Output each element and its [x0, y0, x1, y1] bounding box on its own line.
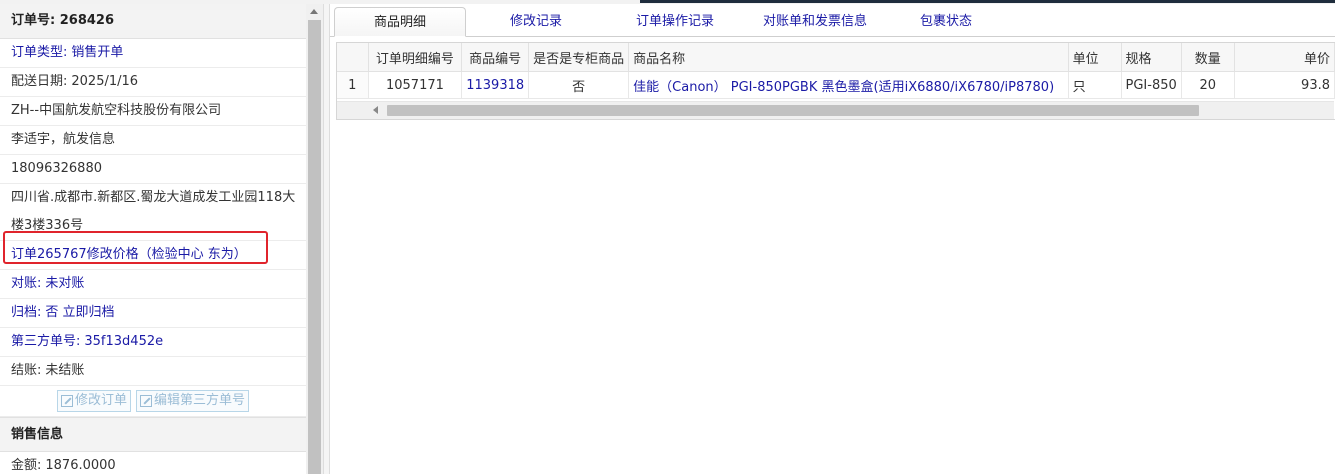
- edit-icon: [140, 395, 152, 407]
- edit-third-party-button[interactable]: 编辑第三方单号: [136, 390, 250, 412]
- order-number-label: 订单号:: [11, 13, 56, 28]
- edit-order-button[interactable]: 修改订单: [56, 390, 131, 412]
- delivery-date-row: 配送日期: 2025/1/16: [0, 68, 306, 97]
- grid-horizontal-scrollbar[interactable]: [337, 101, 1334, 119]
- tab-bar: 商品明细 修改记录 订单操作记录 对账单和发票信息 包裹状态: [330, 4, 1335, 37]
- column-header[interactable]: 单价: [1234, 43, 1335, 72]
- phone-row: 18096326880: [0, 155, 306, 184]
- order-type-row: 订单类型: 销售开单: [0, 39, 306, 68]
- quantity-cell: 20: [1181, 71, 1235, 99]
- detail-panel: 商品明细 修改记录 订单操作记录 对账单和发票信息 包裹状态 订单明细编号 商品…: [330, 4, 1335, 474]
- third-party-row: 第三方单号: 35f13d452e: [0, 328, 306, 357]
- price-cell: 93.8: [1234, 71, 1335, 99]
- order-number-value: 268426: [59, 13, 115, 28]
- column-header[interactable]: 订单明细编号: [368, 43, 463, 72]
- order-type-label: 订单类型:: [11, 45, 68, 60]
- edit-order-label: 修改订单: [74, 393, 127, 408]
- top-dark-bar: [640, 0, 1335, 3]
- order-note-row: 订单265767修改价格（检验中心 东为）: [0, 241, 306, 270]
- third-party-label: 第三方单号:: [11, 334, 81, 349]
- grid-header-row: 订单明细编号 商品编号 是否是专柜商品 商品名称 单位 规格 数量 单价: [337, 43, 1335, 72]
- tab-operation-log[interactable]: 订单操作记录: [610, 7, 740, 36]
- third-party-value: 35f13d452e: [84, 334, 164, 349]
- column-header[interactable]: 单位: [1068, 43, 1122, 72]
- sales-info-header: 销售信息: [0, 417, 306, 452]
- amount-label: 金额:: [11, 458, 42, 473]
- address-row: 四川省.成都市.新都区.蜀龙大道成发工业园118大楼3楼336号: [0, 184, 306, 241]
- amount-value: 1876.0000: [45, 458, 116, 473]
- horizontal-scrollbar-thumb[interactable]: [387, 105, 1199, 116]
- column-header[interactable]: 是否是专柜商品: [528, 43, 630, 72]
- is-counter-cell: 否: [528, 71, 630, 99]
- column-header[interactable]: 商品编号: [461, 43, 530, 72]
- unit-cell: 只: [1068, 71, 1122, 99]
- scroll-left-icon[interactable]: [373, 106, 378, 114]
- edit-third-party-label: 编辑第三方单号: [154, 393, 246, 408]
- archive-link[interactable]: 否 立即归档: [45, 305, 114, 320]
- column-header[interactable]: 规格: [1121, 43, 1182, 72]
- rownum-header: [337, 43, 369, 72]
- reconcile-label: 对账:: [11, 276, 42, 291]
- settle-row: 结账: 未结账: [0, 357, 306, 386]
- tab-product-details[interactable]: 商品明细: [334, 7, 466, 37]
- archive-label: 归档:: [11, 305, 42, 320]
- tab-package-status[interactable]: 包裹状态: [900, 7, 992, 36]
- column-header[interactable]: 商品名称: [628, 43, 1069, 72]
- scroll-up-icon[interactable]: [310, 9, 318, 14]
- row-number: 1: [337, 71, 369, 99]
- company-row: ZH--中国航发航空科技股份有限公司: [0, 97, 306, 126]
- left-scrollbar[interactable]: [306, 4, 323, 474]
- reconcile-value: 未对账: [45, 276, 85, 291]
- table-row[interactable]: 1 1057171 1139318 否 佳能（Canon） PGI-850PGB…: [337, 71, 1335, 99]
- edit-icon: [60, 395, 73, 407]
- action-buttons: 修改订单 编辑第三方单号: [0, 386, 306, 417]
- settle-label: 结账:: [11, 363, 42, 378]
- product-name-link[interactable]: 佳能（Canon） PGI-850PGBK 黑色墨盒(适用iX6880/iX67…: [628, 71, 1069, 99]
- reconcile-row: 对账: 未对账: [0, 270, 306, 299]
- product-table: 订单明细编号 商品编号 是否是专柜商品 商品名称 单位 规格 数量 单价 1 1…: [337, 43, 1335, 99]
- tab-edit-history[interactable]: 修改记录: [480, 7, 592, 36]
- amount-row: 金额: 1876.0000: [0, 452, 306, 474]
- column-header[interactable]: 数量: [1181, 43, 1235, 72]
- order-number-header: 订单号: 268426: [0, 4, 306, 39]
- contact-row: 李适宇，航发信息: [0, 126, 306, 155]
- product-grid: 订单明细编号 商品编号 是否是专柜商品 商品名称 单位 规格 数量 单价 1 1…: [336, 42, 1335, 120]
- spec-cell: PGI-850: [1121, 71, 1182, 99]
- order-type-value: 销售开单: [71, 45, 124, 60]
- settle-value: 未结账: [45, 363, 85, 378]
- detail-id-cell: 1057171: [368, 71, 463, 99]
- scrollbar-thumb[interactable]: [308, 20, 321, 474]
- delivery-date-label: 配送日期:: [11, 74, 68, 89]
- tab-invoice-info[interactable]: 对账单和发票信息: [740, 7, 890, 36]
- panel-splitter[interactable]: [323, 4, 330, 474]
- product-id-link[interactable]: 1139318: [461, 71, 530, 99]
- archive-row: 归档: 否 立即归档: [0, 299, 306, 328]
- order-info-panel: 订单号: 268426 订单类型: 销售开单 配送日期: 2025/1/16 ZH-…: [0, 4, 306, 474]
- delivery-date-value: 2025/1/16: [71, 74, 139, 89]
